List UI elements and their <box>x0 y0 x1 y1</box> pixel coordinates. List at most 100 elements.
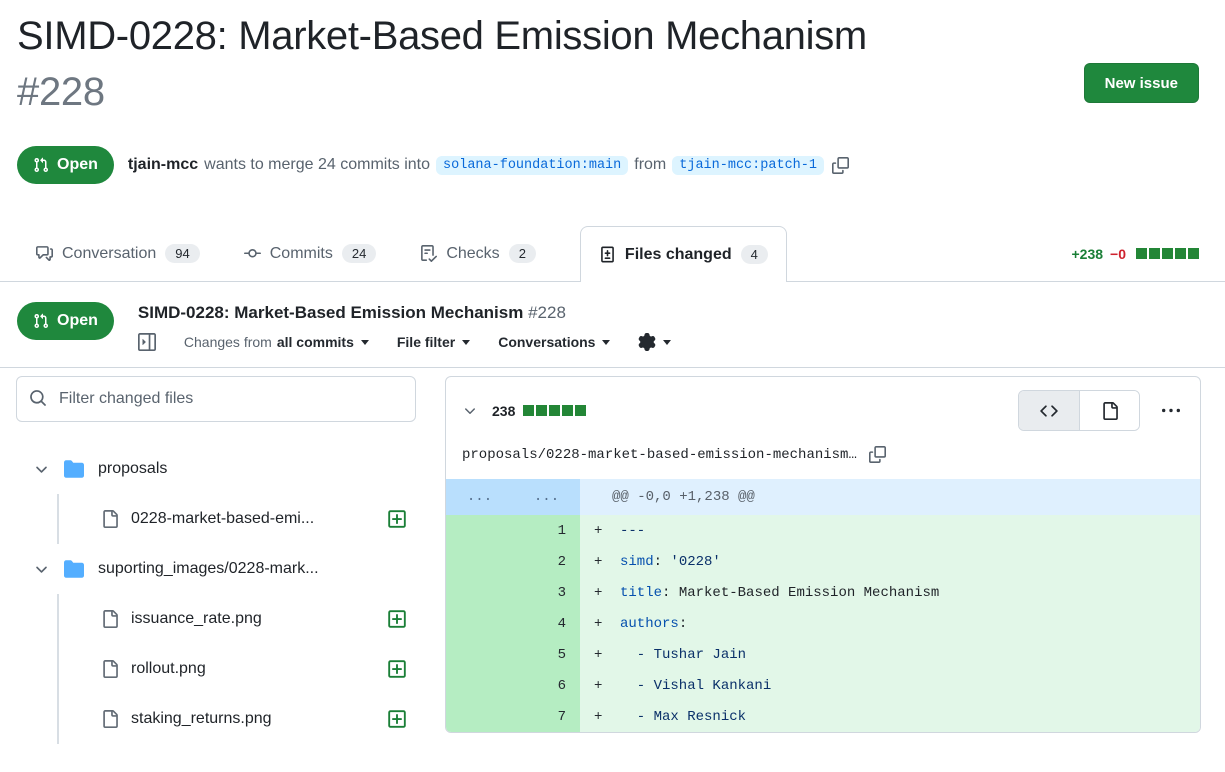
diff-added-line: 1+--- <box>446 515 1200 546</box>
tab-conversation[interactable]: Conversation 94 <box>36 244 200 263</box>
diff-file-path-row: proposals/0228-market-based-emission-mec… <box>462 444 1184 465</box>
code-token: : <box>662 585 679 601</box>
diffstat-block <box>536 405 547 416</box>
copy-path-button[interactable] <box>867 444 888 465</box>
pr-author[interactable]: tjain-mcc <box>128 156 198 174</box>
diff-view-controls <box>1018 390 1184 431</box>
expand-hunk-button[interactable]: ... <box>513 479 580 515</box>
new-issue-button[interactable]: New issue <box>1084 63 1199 103</box>
tab-files-changed[interactable]: Files changed 4 <box>580 226 787 282</box>
rich-view-button[interactable] <box>1079 391 1139 430</box>
code-token: --- <box>620 523 645 539</box>
new-line-number: 6 <box>513 670 580 701</box>
base-branch-label[interactable]: solana-foundation:main <box>436 156 628 175</box>
code-line: +simd: '0228' <box>580 546 1200 577</box>
diffstat-block <box>1188 248 1199 259</box>
code-line: +--- <box>580 515 1200 546</box>
diffstat-additions: +238 <box>1071 246 1103 262</box>
file-icon <box>101 610 119 628</box>
tab-counter: 24 <box>342 244 376 263</box>
pr-header: SIMD-0228: Market-Based Emission Mechani… <box>0 8 1225 184</box>
code-icon <box>1040 402 1058 420</box>
git-pull-request-icon <box>33 313 49 329</box>
pr-state-label: Open <box>57 156 98 174</box>
diff-file-path[interactable]: proposals/0228-market-based-emission-mec… <box>462 447 857 463</box>
chevron-down-icon <box>462 340 470 345</box>
diff-added-line: 4+authors: <box>446 608 1200 639</box>
tree-file-rollout[interactable]: rollout.png <box>59 644 437 694</box>
changes-from-dropdown[interactable]: Changes from all commits <box>184 334 369 350</box>
changes-from-value: all commits <box>277 334 354 350</box>
tree-folder-suporting-images[interactable]: suporting_images/0228-mark... <box>16 544 437 594</box>
changed-lines-count: 238 <box>492 403 515 419</box>
merge-text: wants to merge 24 commits into <box>204 156 430 174</box>
issue-number: #228 <box>17 70 105 114</box>
sticky-issue-number: #228 <box>528 303 566 322</box>
copy-branch-button[interactable] <box>830 155 851 176</box>
code-token: - Tushar Jain <box>620 647 746 663</box>
diff-added-line: 5+ - Tushar Jain <box>446 639 1200 670</box>
code-view-button[interactable] <box>1019 391 1079 430</box>
code-token: - Vishal Kankani <box>620 678 771 694</box>
chevron-down-icon[interactable] <box>462 403 478 419</box>
tab-counter: 94 <box>165 244 199 263</box>
conversations-dropdown[interactable]: Conversations <box>498 334 610 350</box>
file-icon <box>101 710 119 728</box>
diff-header-row: 238 <box>462 390 1184 431</box>
new-line-number: 4 <box>513 608 580 639</box>
comment-discussion-icon <box>36 245 53 262</box>
head-branch-label[interactable]: tjain-mcc:patch-1 <box>672 156 824 175</box>
expand-hunk-button[interactable]: ... <box>446 479 513 515</box>
new-line-number: 7 <box>513 701 580 732</box>
diff-added-line: 7+ - Max Resnick <box>446 701 1200 732</box>
file-options-button[interactable] <box>1158 398 1184 424</box>
old-line-number-cell <box>446 670 513 701</box>
tab-checks[interactable]: Checks 2 <box>420 244 536 263</box>
diffstat-blocks <box>1136 248 1199 259</box>
tree-folder-proposals[interactable]: proposals <box>16 444 437 494</box>
diffstat-deletions: −0 <box>1110 246 1126 262</box>
diff-settings-dropdown[interactable] <box>638 333 671 351</box>
file-filter-dropdown[interactable]: File filter <box>397 334 470 350</box>
sticky-title: SIMD-0228: Market-Based Emission Mechani… <box>138 302 672 324</box>
folder-icon <box>64 459 84 479</box>
chevron-down-icon <box>663 340 671 345</box>
sticky-controls: Changes from all commits File filter Con… <box>138 333 672 351</box>
code-token: authors <box>620 616 679 632</box>
tab-commits[interactable]: Commits 24 <box>244 244 377 263</box>
page-title: SIMD-0228: Market-Based Emission Mechani… <box>17 8 887 120</box>
conversations-label: Conversations <box>498 334 595 350</box>
pr-state-badge: Open <box>17 146 114 184</box>
file-diff-icon <box>599 246 616 263</box>
tab-label: Conversation <box>62 245 156 263</box>
collapse-sidebar-button[interactable] <box>138 333 156 351</box>
copy-icon <box>832 157 849 174</box>
folder-icon <box>64 559 84 579</box>
diffstat-block <box>549 405 560 416</box>
diff-added-icon <box>387 609 407 629</box>
diff-sign: + <box>594 616 620 632</box>
diff-added-icon <box>387 709 407 729</box>
tree-file-issuance-rate[interactable]: issuance_rate.png <box>59 594 437 644</box>
file-label: 0228-market-based-emi... <box>131 510 314 528</box>
code-token: simd <box>620 554 654 570</box>
git-commit-icon <box>244 245 261 262</box>
filter-changed-files-input[interactable] <box>16 376 416 422</box>
copy-icon <box>869 446 886 463</box>
file-tree-sidebar: proposals 0228-market-based-emi... supor… <box>16 376 437 744</box>
sticky-content: SIMD-0228: Market-Based Emission Mechani… <box>138 302 672 351</box>
chevron-down-icon <box>33 561 50 578</box>
checklist-icon <box>420 245 437 262</box>
file-icon <box>1101 402 1119 420</box>
search-icon <box>29 389 47 407</box>
from-text: from <box>634 156 666 174</box>
tree-file-staking-returns[interactable]: staking_returns.png <box>59 694 437 744</box>
diff-added-icon <box>387 509 407 529</box>
new-line-number: 2 <box>513 546 580 577</box>
code-line: +title: Market-Based Emission Mechanism <box>580 577 1200 608</box>
diffstat-block <box>1175 248 1186 259</box>
chevron-down-icon <box>602 340 610 345</box>
changes-from-label: Changes from <box>184 334 272 350</box>
tree-file-0228-market-based[interactable]: 0228-market-based-emi... <box>59 494 437 544</box>
pr-title-text: SIMD-0228: Market-Based Emission Mechani… <box>17 14 867 58</box>
